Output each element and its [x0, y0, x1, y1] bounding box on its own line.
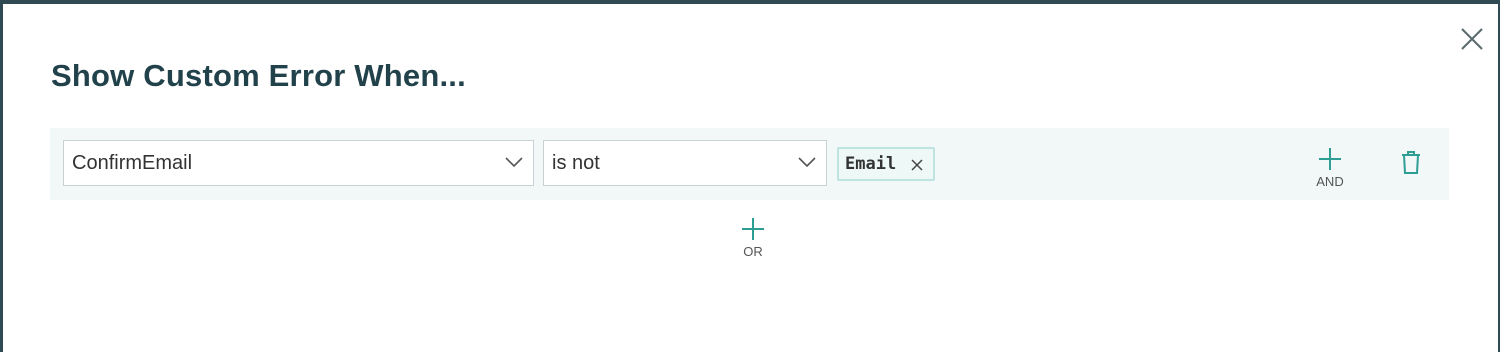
field-select[interactable]: ConfirmEmail: [63, 140, 534, 186]
value-tag: Email: [837, 147, 935, 181]
close-button[interactable]: [1458, 25, 1486, 53]
custom-error-dialog: Show Custom Error When... ConfirmEmail i…: [3, 4, 1498, 352]
operator-select-value: is not: [552, 152, 600, 174]
add-or-condition-button[interactable]: OR: [733, 216, 773, 266]
operator-select[interactable]: is not: [543, 140, 827, 186]
value-tag-label: Email: [845, 154, 897, 174]
or-label: OR: [743, 244, 763, 259]
delete-condition-button[interactable]: [1400, 150, 1422, 176]
plus-icon: [742, 218, 764, 240]
trash-icon: [1402, 151, 1420, 174]
chevron-down-icon: [505, 157, 523, 168]
add-and-condition-button[interactable]: AND: [1310, 146, 1350, 190]
close-icon: [1461, 28, 1483, 50]
plus-icon: [1319, 148, 1341, 170]
condition-row: ConfirmEmail is not Email AND: [50, 128, 1449, 200]
dialog-title: Show Custom Error When...: [51, 58, 466, 93]
close-icon[interactable]: [910, 158, 924, 172]
field-select-value: ConfirmEmail: [72, 152, 193, 174]
chevron-down-icon: [798, 157, 816, 168]
and-label: AND: [1316, 174, 1344, 189]
